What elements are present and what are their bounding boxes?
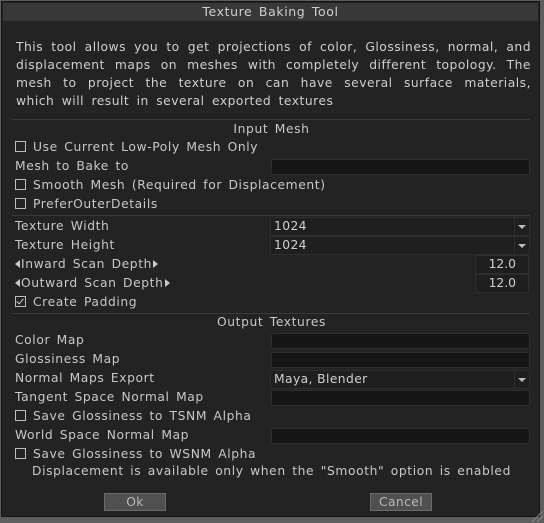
texture-baking-dialog: Texture Baking Tool This tool allows you… <box>1 1 540 517</box>
tangent-space-normal-map-field[interactable] <box>271 390 530 406</box>
cancel-button[interactable]: Cancel <box>370 493 432 511</box>
checkbox-icon <box>15 410 26 421</box>
title-bar[interactable]: Texture Baking Tool <box>3 3 538 21</box>
color-map-field[interactable] <box>271 333 530 349</box>
window-title: Texture Baking Tool <box>202 4 339 19</box>
create-padding-checkbox[interactable]: Create Padding <box>15 293 137 312</box>
normal-maps-export-label: Normal Maps Export <box>15 371 155 385</box>
checkbox-checked-icon <box>15 296 26 307</box>
glossiness-map-field[interactable] <box>271 352 530 368</box>
checkbox-icon <box>15 141 26 152</box>
mesh-to-bake-to-label: Mesh to Bake to <box>15 159 130 173</box>
chevron-down-icon[interactable] <box>514 371 529 388</box>
checkbox-label: Smooth Mesh (Required for Displacement) <box>33 178 326 192</box>
checkbox-label: Save Glossiness to TSNM Alpha <box>33 409 252 423</box>
divider <box>12 215 530 216</box>
texture-width-select[interactable]: 1024 <box>270 217 530 236</box>
tangent-space-normal-map-label: Tangent Space Normal Map <box>15 390 204 404</box>
prefer-outer-details-checkbox[interactable]: PreferOuterDetails <box>15 195 158 214</box>
outward-scan-depth-input[interactable]: 12.0 <box>475 274 529 293</box>
inward-scan-depth-input[interactable]: 12.0 <box>475 255 529 274</box>
checkbox-label: Create Padding <box>33 295 138 309</box>
checkbox-icon <box>15 448 26 459</box>
inward-scan-depth-label: Inward Scan Depth <box>21 257 153 271</box>
texture-width-value: 1024 <box>274 219 307 233</box>
outward-scan-depth-slider[interactable]: Outward Scan Depth <box>15 274 170 293</box>
section-title-output-textures: Output Textures <box>216 315 327 329</box>
save-gloss-wsnm-checkbox[interactable]: Save Glossiness to WSNM Alpha <box>15 445 256 464</box>
texture-height-value: 1024 <box>274 238 307 252</box>
displacement-note: Displacement is available only when the … <box>32 464 511 478</box>
checkbox-label: PreferOuterDetails <box>33 197 158 211</box>
mesh-to-bake-to-field[interactable] <box>271 159 530 175</box>
arrow-right-icon[interactable] <box>164 279 170 287</box>
divider <box>12 119 530 120</box>
resize-grip-icon[interactable] <box>530 509 544 523</box>
checkbox-icon <box>15 198 26 209</box>
normal-maps-export-value: Maya, Blender <box>274 372 368 386</box>
arrow-left-icon[interactable] <box>15 260 20 268</box>
world-space-normal-map-label: World Space Normal Map <box>15 428 190 442</box>
checkbox-icon <box>15 179 26 190</box>
save-gloss-tsnm-checkbox[interactable]: Save Glossiness to TSNM Alpha <box>15 407 252 426</box>
color-map-label: Color Map <box>15 333 85 347</box>
checkbox-label: Save Glossiness to WSNM Alpha <box>33 447 257 461</box>
arrow-left-icon[interactable] <box>15 279 20 287</box>
inward-scan-depth-slider[interactable]: Inward Scan Depth <box>15 255 159 274</box>
world-space-normal-map-field[interactable] <box>271 428 530 444</box>
checkbox-label: Use Current Low-Poly Mesh Only <box>33 140 259 154</box>
chevron-down-icon[interactable] <box>514 237 529 254</box>
texture-width-label: Texture Width <box>15 219 110 233</box>
arrow-right-icon[interactable] <box>153 260 159 268</box>
divider <box>12 313 530 314</box>
smooth-mesh-checkbox[interactable]: Smooth Mesh (Required for Displacement) <box>15 176 326 195</box>
outward-scan-depth-label: Outward Scan Depth <box>21 276 164 290</box>
tool-description: This tool allows you to get projections … <box>16 40 531 108</box>
texture-height-label: Texture Height <box>15 238 115 252</box>
section-title-input-mesh: Input Mesh <box>233 122 310 136</box>
use-current-low-poly-checkbox[interactable]: Use Current Low-Poly Mesh Only <box>15 138 258 157</box>
normal-maps-export-select[interactable]: Maya, Blender <box>270 370 530 389</box>
texture-height-select[interactable]: 1024 <box>270 236 530 255</box>
glossiness-map-label: Glossiness Map <box>15 352 121 366</box>
chevron-down-icon[interactable] <box>514 218 529 235</box>
ok-button[interactable]: Ok <box>104 493 166 511</box>
